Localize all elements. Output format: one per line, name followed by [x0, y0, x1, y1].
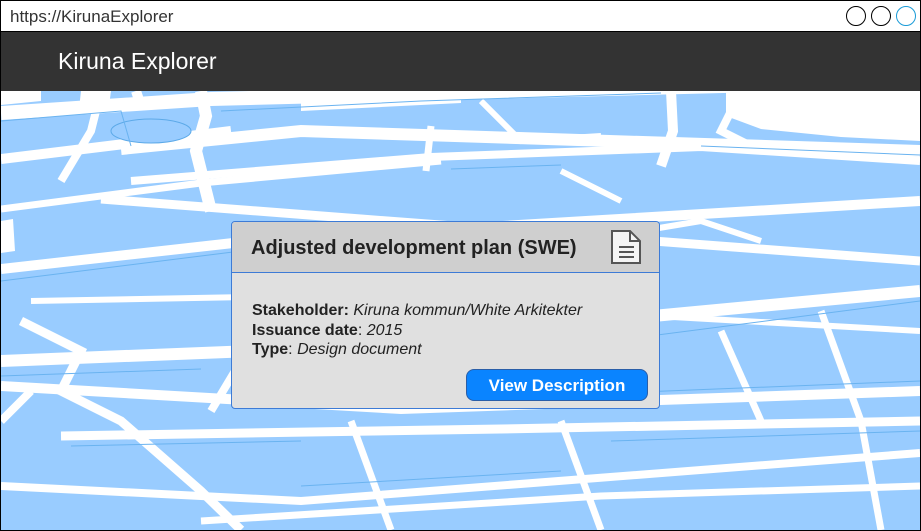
issuance-date-separator: : — [357, 321, 363, 339]
issuance-date-value: 2015 — [366, 321, 403, 339]
app-title: Kiruna Explorer — [58, 48, 217, 74]
close-icon[interactable] — [896, 6, 916, 26]
card-header: Adjusted development plan (SWE) — [232, 222, 659, 273]
type-row: Type: Design document — [252, 340, 582, 360]
stakeholder-row: Stakeholder: Kiruna kommun/White Arkitek… — [252, 301, 582, 321]
app-header: Kiruna Explorer — [1, 32, 920, 91]
document-popup-card: Adjusted development plan (SWE) Stakehol… — [231, 221, 660, 409]
address-bar[interactable]: https://KirunaExplorer — [1, 1, 920, 32]
maximize-icon[interactable] — [871, 6, 891, 26]
issuance-date-row: Issuance date: 2015 — [252, 321, 582, 341]
map-view[interactable]: Adjusted development plan (SWE) Stakehol… — [1, 91, 920, 530]
browser-window: https://KirunaExplorer Kiruna Explorer A… — [0, 0, 921, 531]
document-title: Adjusted development plan (SWE) — [251, 237, 577, 259]
type-value: Design document — [297, 341, 422, 358]
type-separator: : — [288, 341, 293, 358]
url-text[interactable]: https://KirunaExplorer — [10, 7, 173, 27]
view-description-button[interactable]: View Description — [466, 369, 648, 401]
map-roundabout — [110, 118, 192, 144]
stakeholder-value: Kiruna kommun/White Arkitekter — [353, 302, 583, 319]
issuance-date-label: Issuance date — [252, 321, 358, 339]
stakeholder-label: Stakeholder: — [252, 302, 349, 319]
document-icon — [610, 230, 642, 264]
type-label: Type — [252, 341, 289, 358]
minimize-icon[interactable] — [846, 6, 866, 26]
document-details: Stakeholder: Kiruna kommun/White Arkitek… — [252, 301, 582, 360]
